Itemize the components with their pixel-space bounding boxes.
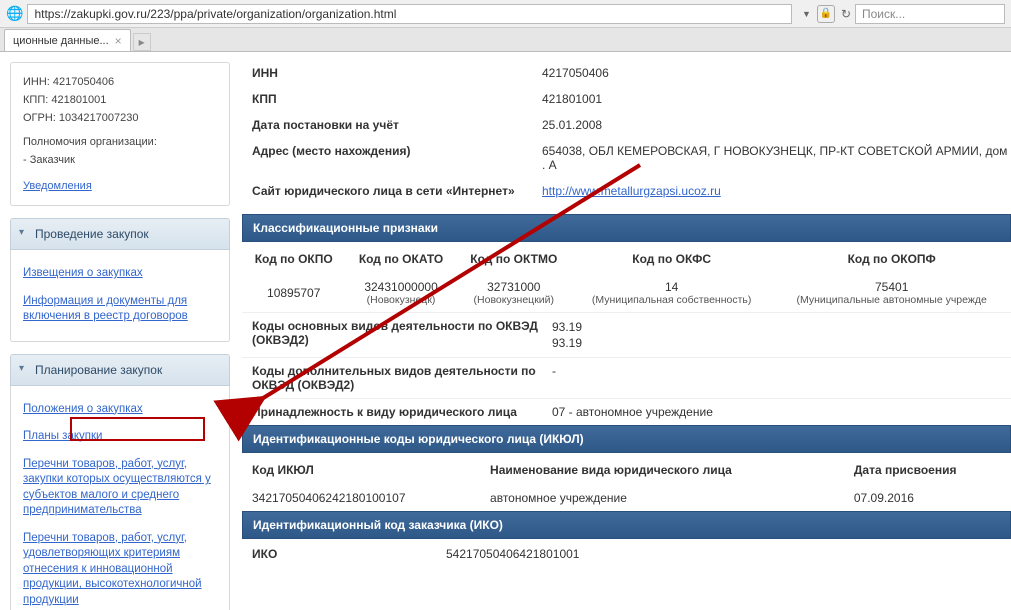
- refresh-icon[interactable]: ↻: [841, 7, 851, 21]
- main-content: ИНН 4217050406 КПП 421801001 Дата постан…: [238, 52, 1011, 610]
- ikul-date-v: 07.09.2016: [850, 485, 1011, 511]
- inn-value: 4217050406: [542, 66, 1011, 80]
- notifications-link[interactable]: Уведомления: [23, 180, 92, 192]
- link-contract-registry[interactable]: Информация и документы для включения в р…: [23, 295, 188, 323]
- th-okato: Код по ОКАТО: [345, 244, 456, 274]
- url-input[interactable]: https://zakupki.gov.ru/223/ppa/private/o…: [27, 4, 792, 24]
- th-okfs: Код по ОКФС: [571, 244, 772, 274]
- td-okfs: 14(Муниципальная собственность): [571, 274, 772, 312]
- address-label: Адрес (место нахождения): [242, 144, 542, 172]
- okved-main-label: Коды основных видов деятельности по ОКВЭ…: [242, 319, 552, 351]
- ikul-code-h: Код ИКЮЛ: [242, 455, 486, 485]
- website-link[interactable]: http://www.metallurgzapsi.ucoz.ru: [542, 184, 721, 198]
- td-okpo: 10895707: [242, 274, 345, 312]
- iko-label: ИКО: [242, 541, 442, 567]
- browser-tab[interactable]: ционные данные... ×: [4, 29, 131, 51]
- lock-icon[interactable]: 🔒: [817, 5, 835, 23]
- tab-title: ционные данные...: [13, 35, 109, 47]
- legal-type-label: Принадлежность к виду юридического лица: [242, 405, 552, 419]
- td-okopf: 75401(Муниципальные автономные учрежде: [772, 274, 1011, 312]
- iko-table: ИКО 54217050406421801001: [242, 541, 1011, 567]
- link-innovation-lists[interactable]: Перечни товаров, работ, услуг, удовлетво…: [23, 532, 202, 606]
- td-okato: 32431000000(Новокузнецк): [345, 274, 456, 312]
- summary-kpp: КПП: 421801001: [23, 91, 217, 109]
- kpp-label: КПП: [242, 92, 542, 106]
- ikul-name-h: Наименование вида юридического лица: [486, 455, 850, 485]
- ikul-band: Идентификационные коды юридического лица…: [242, 425, 1011, 453]
- url-actions: ▼ 🔒 ↻: [802, 5, 851, 23]
- tab-nav-icon[interactable]: ▸: [133, 33, 151, 51]
- classification-band: Классификационные признаки: [242, 214, 1011, 242]
- search-placeholder: Поиск...: [862, 7, 905, 21]
- legal-type-value: 07 - автономное учреждение: [552, 405, 1011, 419]
- nav-section-procurement[interactable]: Проведение закупок: [10, 218, 230, 250]
- okved-add-label: Коды дополнительных видов деятельности п…: [242, 364, 552, 392]
- td-oktmo: 32731000(Новокузнецкий): [457, 274, 571, 312]
- okved-add-value: -: [552, 364, 1011, 392]
- summary-inn: ИНН: 4217050406: [23, 73, 217, 91]
- dropdown-icon[interactable]: ▼: [802, 9, 811, 19]
- link-notices[interactable]: Извещения о закупках: [23, 267, 143, 279]
- th-oktmo: Код по ОКТМО: [457, 244, 571, 274]
- org-details: ИНН 4217050406 КПП 421801001 Дата постан…: [242, 60, 1011, 204]
- nav-section-planning[interactable]: Планирование закупок: [10, 354, 230, 386]
- ie-icon: 🌐: [6, 5, 23, 22]
- nav-section-procurement-body: Извещения о закупках Информация и докуме…: [10, 250, 230, 342]
- ikul-code-v: 34217050406242180100107: [242, 485, 486, 511]
- link-sme-lists[interactable]: Перечни товаров, работ, услуг, закупки к…: [23, 458, 211, 517]
- link-provisions[interactable]: Положения о закупках: [23, 403, 143, 415]
- iko-value: 54217050406421801001: [442, 541, 1011, 567]
- ikul-table: Код ИКЮЛ Наименование вида юридического …: [242, 455, 1011, 511]
- tab-strip: ционные данные... × ▸: [0, 28, 1011, 52]
- url-text: https://zakupki.gov.ru/223/ppa/private/o…: [34, 7, 396, 21]
- website-label: Сайт юридического лица в сети «Интернет»: [242, 184, 542, 198]
- th-okpo: Код по ОКПО: [242, 244, 345, 274]
- annotation-highlight-box: [70, 417, 205, 441]
- th-okopf: Код по ОКОПФ: [772, 244, 1011, 274]
- sidebar: ИНН: 4217050406 КПП: 421801001 ОГРН: 103…: [0, 52, 238, 610]
- inn-label: ИНН: [242, 66, 542, 80]
- org-summary-card: ИНН: 4217050406 КПП: 421801001 ОГРН: 103…: [10, 62, 230, 206]
- summary-notifications: Уведомления: [23, 177, 217, 195]
- iko-band: Идентификационный код заказчика (ИКО): [242, 511, 1011, 539]
- address-value: 654038, ОБЛ КЕМЕРОВСКАЯ, Г НОВОКУЗНЕЦК, …: [542, 144, 1011, 172]
- kpp-value: 421801001: [542, 92, 1011, 106]
- reg-date-value: 25.01.2008: [542, 118, 1011, 132]
- browser-address-bar: 🌐 https://zakupki.gov.ru/223/ppa/private…: [0, 0, 1011, 28]
- classification-table: Код по ОКПО Код по ОКАТО Код по ОКТМО Ко…: [242, 244, 1011, 312]
- summary-powers-value: - Заказчик: [23, 151, 217, 169]
- close-icon[interactable]: ×: [115, 34, 122, 48]
- summary-ogrn: ОГРН: 1034217007230: [23, 109, 217, 127]
- search-input[interactable]: Поиск...: [855, 4, 1005, 24]
- reg-date-label: Дата постановки на учёт: [242, 118, 542, 132]
- page-body: ИНН: 4217050406 КПП: 421801001 ОГРН: 103…: [0, 52, 1011, 610]
- okved-main-values: 93.1993.19: [552, 319, 1011, 351]
- ikul-name-v: автономное учреждение: [486, 485, 850, 511]
- summary-powers-label: Полномочия организации:: [23, 133, 217, 151]
- ikul-date-h: Дата присвоения: [850, 455, 1011, 485]
